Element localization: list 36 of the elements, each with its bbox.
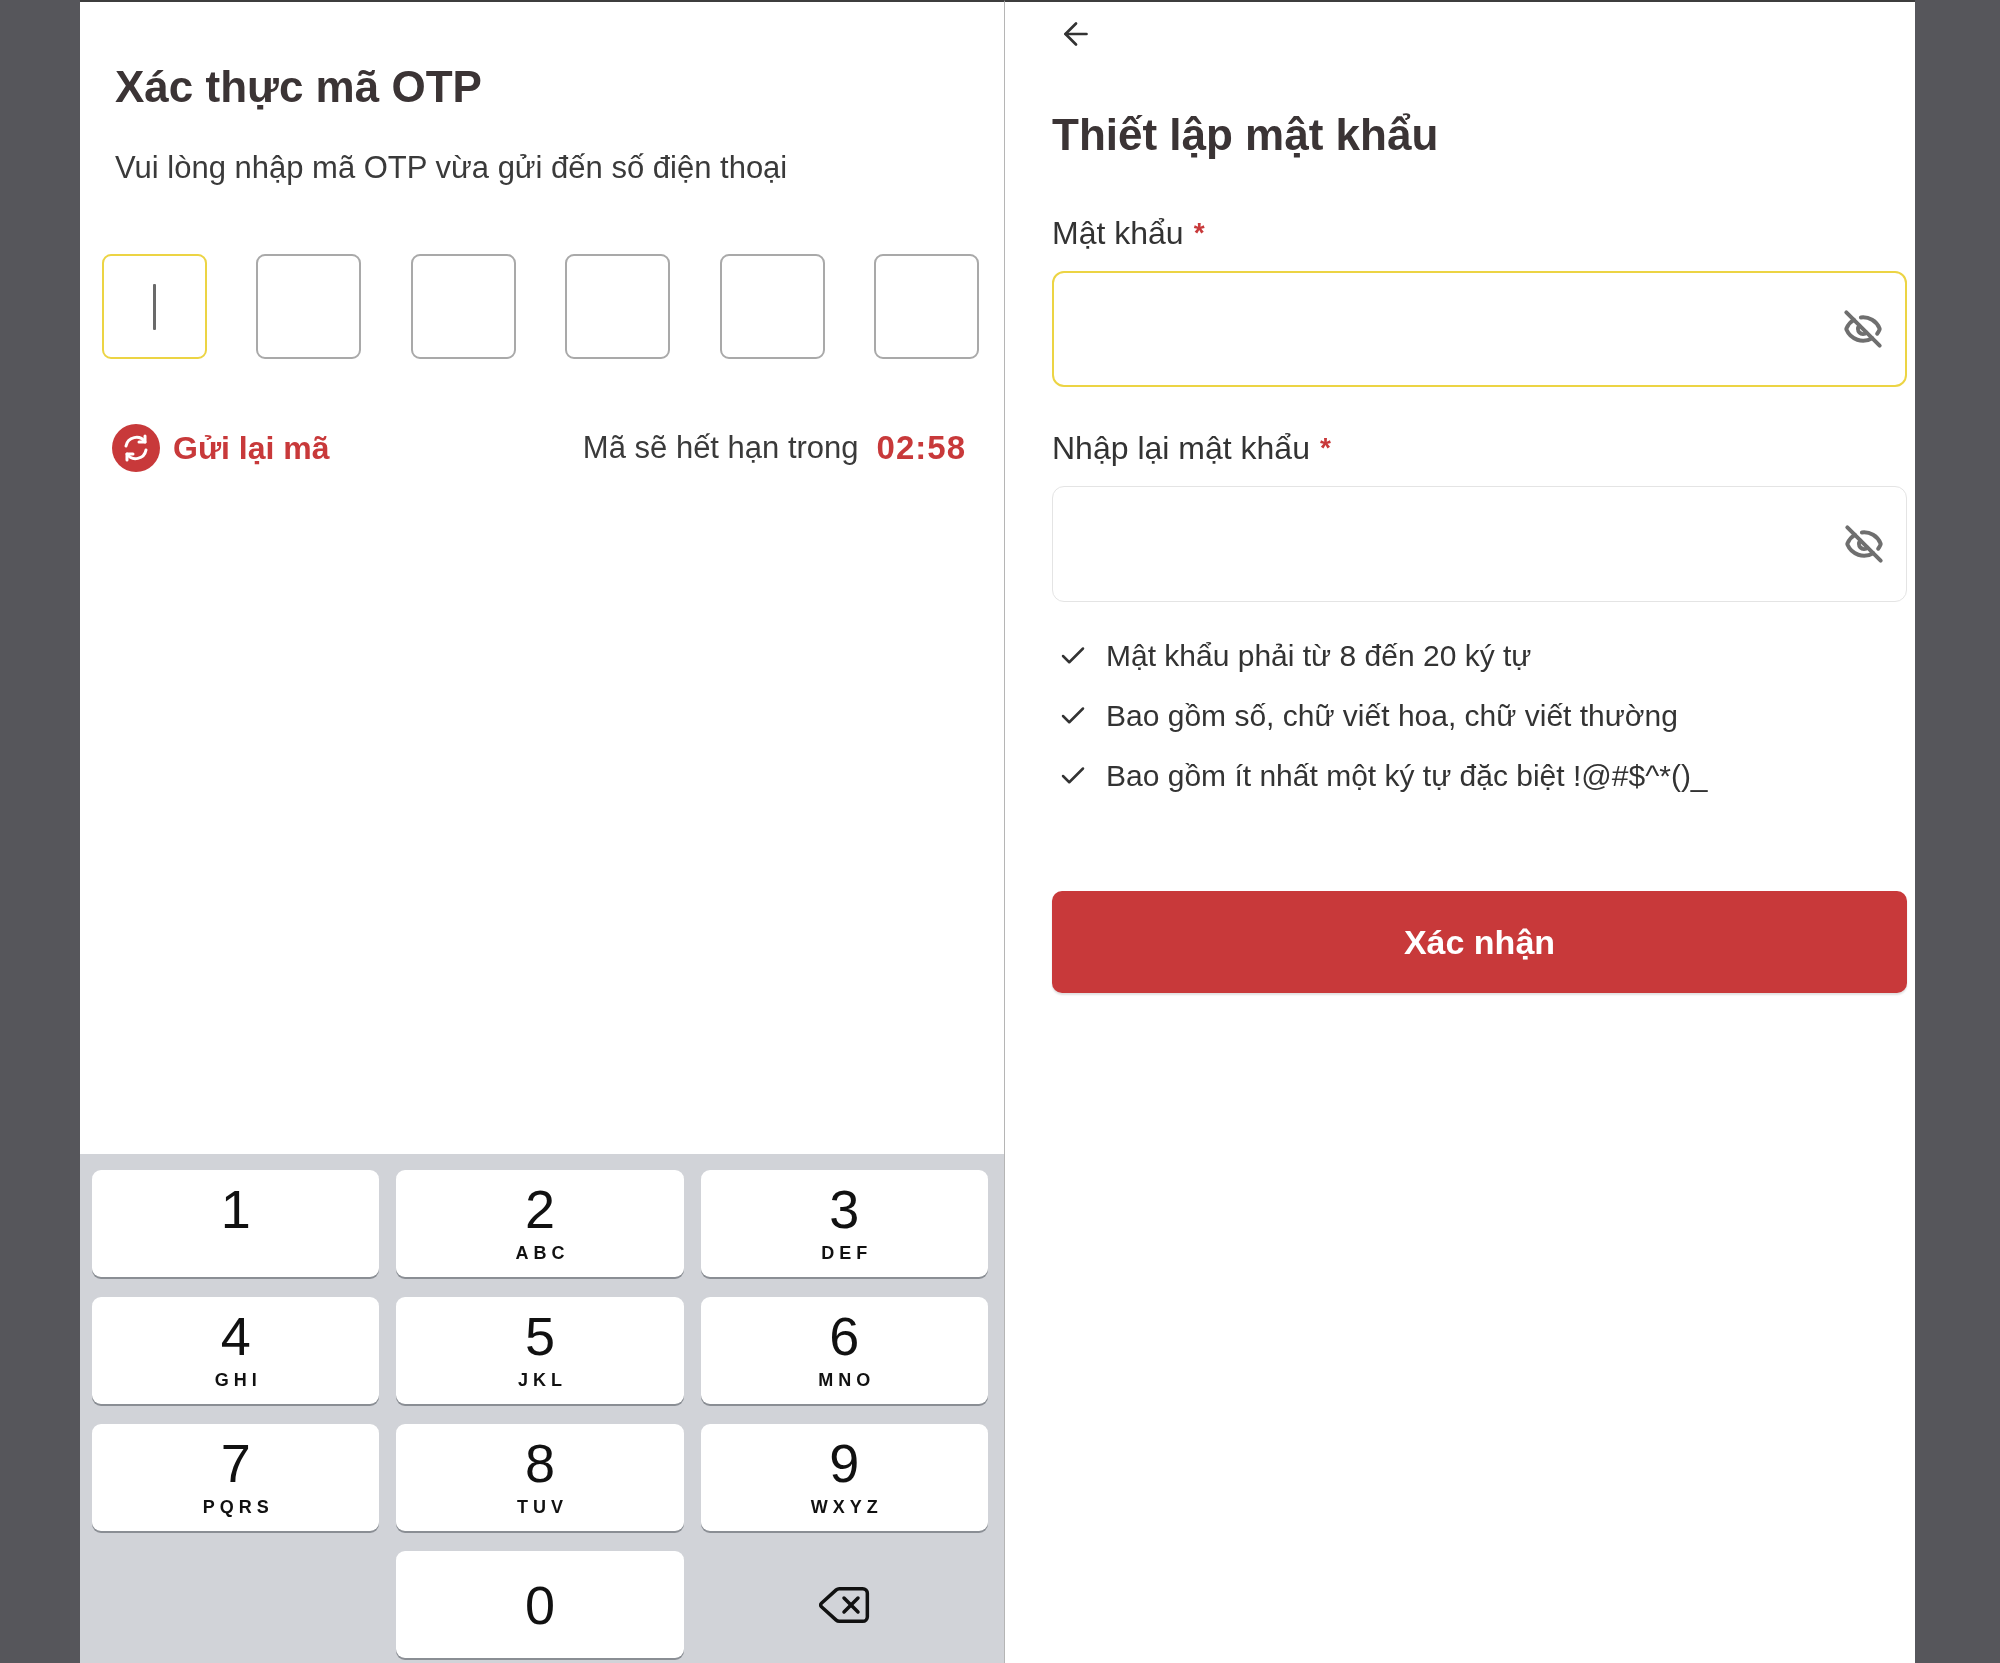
text-cursor xyxy=(153,283,156,330)
confirm-button[interactable]: Xác nhận xyxy=(1052,891,1907,993)
screen-title: Xác thực mã OTP xyxy=(115,61,483,113)
resend-code-button[interactable]: Gửi lại mã xyxy=(112,424,330,472)
password-field[interactable] xyxy=(1052,486,1907,602)
required-mark: * xyxy=(1319,431,1331,465)
refresh-icon[interactable] xyxy=(112,424,160,472)
screen-title: Thiết lập mật khẩu xyxy=(1052,109,1440,161)
keypad-key[interactable]: 9 WXYZ xyxy=(700,1424,988,1531)
password-field[interactable] xyxy=(1052,271,1907,387)
otp-digit-field[interactable] xyxy=(256,254,362,359)
required-mark: * xyxy=(1193,216,1205,250)
otp-digit-field[interactable] xyxy=(410,254,516,359)
keypad-key[interactable]: 8 TUV xyxy=(396,1424,684,1531)
eye-slash-icon[interactable] xyxy=(1844,524,1884,564)
rule-text: Bao gồm số, chữ viết hoa, chữ viết thường xyxy=(1106,698,1678,734)
keypad-key[interactable]: 3 DEF xyxy=(700,1170,988,1277)
keypad-key[interactable]: 7 PQRS xyxy=(92,1424,380,1531)
keypad-key[interactable]: 0 xyxy=(396,1551,684,1658)
eye-slash-icon[interactable] xyxy=(1843,309,1883,349)
rule-text: Bao gồm ít nhất một ký tự đặc biệt !@#$^*()_ xyxy=(1106,758,1708,794)
instruction-text: Vui lòng nhập mã OTP vừa gửi đến số điện thoại xyxy=(115,149,789,187)
keypad-key[interactable]: 5 JKL xyxy=(396,1297,684,1404)
keypad-key[interactable]: 4 GHI xyxy=(92,1297,380,1404)
otp-digit-field[interactable] xyxy=(719,254,825,359)
keypad-key[interactable]: 2 ABC xyxy=(396,1170,684,1277)
rule-text: Mật khẩu phải từ 8 đến 20 ký tự xyxy=(1106,638,1532,674)
otp-digit-field[interactable] xyxy=(102,254,207,359)
otp-digit-field[interactable] xyxy=(565,254,671,359)
field-label: Nhập lại mật khẩu xyxy=(1052,429,1310,468)
keypad-key[interactable]: 6 MNO xyxy=(700,1297,988,1404)
expiry-label: Mã sẽ hết hạn trong xyxy=(582,430,859,466)
countdown-timer: 02:58 xyxy=(876,429,966,467)
otp-digit-field[interactable] xyxy=(873,254,979,359)
field-label: Mật khẩu xyxy=(1052,214,1184,253)
keypad-key[interactable]: 1 xyxy=(92,1170,380,1277)
